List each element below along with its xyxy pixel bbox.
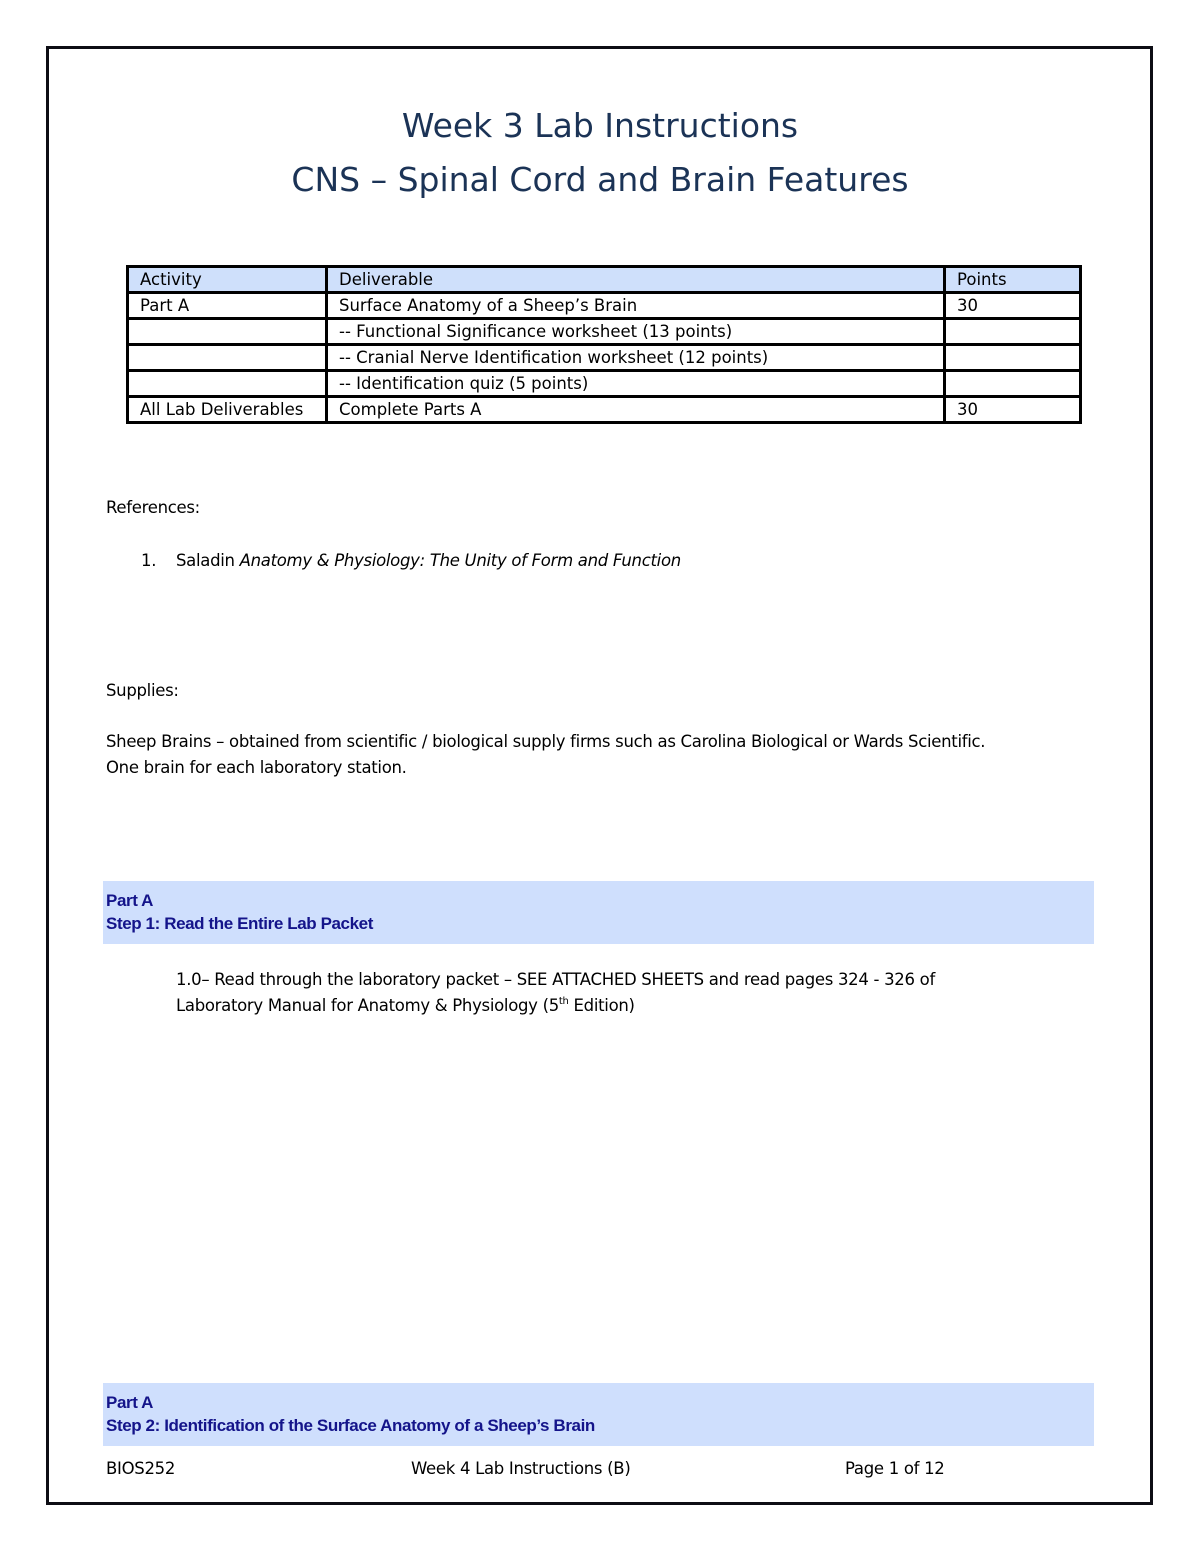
header-deliverable: Deliverable [325, 265, 946, 294]
deliverables-table: Activity Deliverable Points Part A Surfa… [126, 265, 1082, 424]
section-part-label: Part A [106, 891, 154, 910]
reference-author: Saladin [176, 551, 240, 570]
document-subtitle: CNS – Spinal Cord and Brain Features [291, 160, 909, 199]
table-row: -- Functional Significance worksheet (13… [126, 317, 1082, 346]
cell-activity: Part A [126, 291, 328, 320]
cell-points: 30 [943, 395, 1082, 424]
table-header-row: Activity Deliverable Points [126, 265, 1082, 294]
table-row: -- Identification quiz (5 points) [126, 369, 1082, 398]
header-activity: Activity [126, 265, 328, 294]
cell-activity [126, 343, 328, 372]
cell-activity: All Lab Deliverables [126, 395, 328, 424]
table-row: All Lab Deliverables Complete Parts A 30 [126, 395, 1082, 424]
supplies-line: One brain for each laboratory station. [106, 758, 407, 777]
reference-item: 1. Saladin Anatomy & Physiology: The Unit… [141, 548, 681, 574]
table-row: Part A Surface Anatomy of a Sheep’s Brai… [126, 291, 1082, 320]
step-1-line: Laboratory Manual for Anatomy & Physiolo… [176, 993, 935, 1019]
supplies-text: Sheep Brains – obtained from scientific … [106, 729, 986, 781]
section-header-step-1: Part A Step 1: Read the Entire Lab Packe… [103, 881, 1094, 944]
section-step-title: Step 2: Identification of the Surface An… [106, 1416, 595, 1435]
table-row: -- Cranial Nerve Identification workshee… [126, 343, 1082, 372]
cell-deliverable: Complete Parts A [325, 395, 946, 424]
supplies-line: Sheep Brains – obtained from scientific … [106, 732, 986, 751]
step-1-text: Edition) [568, 996, 635, 1015]
section-part-label: Part A [106, 1393, 154, 1412]
references-label: References: [106, 498, 200, 517]
step-1-text: Laboratory Manual for Anatomy & Physiolo… [176, 996, 559, 1015]
step-1-line: 1.0– Read through the laboratory packet … [176, 970, 935, 989]
cell-activity [126, 369, 328, 398]
cell-deliverable: Surface Anatomy of a Sheep’s Brain [325, 291, 946, 320]
reference-number: 1. [141, 551, 157, 570]
cell-deliverable: -- Identification quiz (5 points) [325, 369, 946, 398]
section-header-step-2: Part A Step 2: Identification of the Sur… [103, 1383, 1094, 1446]
cell-deliverable: -- Cranial Nerve Identification workshee… [325, 343, 946, 372]
edition-superscript: th [558, 996, 569, 1007]
cell-activity [126, 317, 328, 346]
section-step-title: Step 1: Read the Entire Lab Packet [106, 914, 373, 933]
cell-deliverable: -- Functional Significance worksheet (13… [325, 317, 946, 346]
step-1-instructions: 1.0– Read through the laboratory packet … [176, 967, 935, 1019]
cell-points [943, 343, 1082, 372]
footer-page-number: Page 1 of 12 [845, 1459, 945, 1478]
header-points: Points [943, 265, 1082, 294]
supplies-label: Supplies: [106, 681, 179, 700]
footer-course: BIOS252 [106, 1459, 176, 1478]
cell-points [943, 317, 1082, 346]
cell-points: 30 [943, 291, 1082, 320]
document-title: Week 3 Lab Instructions [401, 106, 799, 145]
cell-points [943, 369, 1082, 398]
footer-doc-name: Week 4 Lab Instructions (B) [411, 1459, 631, 1478]
reference-title: Anatomy & Physiology: The Unity of Form … [239, 551, 682, 570]
